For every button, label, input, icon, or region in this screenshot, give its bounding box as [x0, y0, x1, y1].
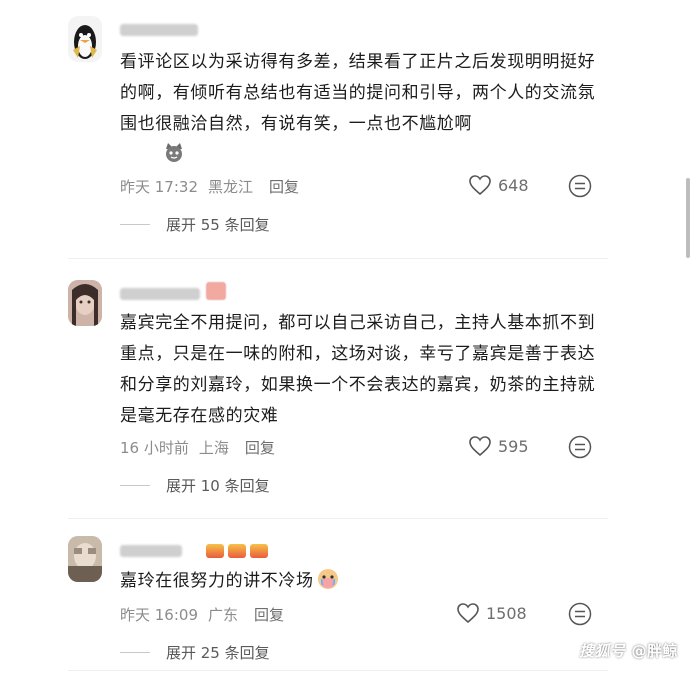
comment-meta: 昨天 17:32 黑龙江 回复	[120, 176, 309, 197]
comment-time: 昨天 16:09	[120, 606, 198, 624]
bottom-divider	[68, 670, 608, 671]
like-count: 648	[498, 175, 529, 195]
comment-divider	[68, 258, 608, 259]
avatar[interactable]	[68, 16, 102, 62]
comment-location: 广东	[208, 606, 239, 624]
comment-text-content: 嘉玲在很努力的讲不冷场	[120, 571, 314, 591]
like-button[interactable]: 595	[468, 435, 529, 457]
comment-location: 上海	[198, 439, 229, 457]
expand-divider	[120, 224, 150, 225]
cat-emoji-icon	[163, 141, 185, 167]
more-dots-icon[interactable]	[568, 435, 592, 463]
expand-replies-label: 展开 25 条回复	[166, 644, 270, 662]
badge-icon	[228, 544, 246, 558]
avatar[interactable]	[68, 536, 102, 582]
watermark: 搜狐号 @胖鲸	[579, 640, 678, 661]
comment-meta: 昨天 16:09 广东 回复	[120, 604, 294, 625]
username-blurred[interactable]	[120, 545, 182, 557]
heart-outline-icon	[469, 436, 491, 457]
comment-time: 16 小时前	[120, 439, 189, 457]
more-dots-icon[interactable]	[568, 602, 592, 630]
comment-text: 看评论区以为采访得有多差，结果看了正片之后发现明明挺好的啊，有倾听有总结也有适当…	[120, 52, 596, 134]
like-button[interactable]: 1508	[456, 602, 527, 624]
expand-replies-label: 展开 10 条回复	[166, 477, 270, 495]
comment-text: 嘉宾完全不用提问，都可以自己采访自己，主持人基本抓不到重点，只是在一味的附和，这…	[120, 313, 596, 426]
scrollbar[interactable]	[686, 178, 690, 258]
heart-outline-icon	[457, 603, 479, 624]
expand-replies[interactable]: 展开 55 条回复	[120, 214, 270, 235]
comment-text: 嘉玲在很努力的讲不冷场	[120, 566, 610, 601]
like-button[interactable]: 648	[468, 174, 529, 196]
comment-divider	[68, 518, 608, 519]
username-blurred[interactable]	[120, 24, 198, 36]
more-dots-icon[interactable]	[568, 174, 592, 202]
username-blurred[interactable]	[120, 288, 200, 300]
badge-icon	[250, 544, 268, 558]
comment-time: 昨天 17:32	[120, 178, 198, 196]
comment-location: 黑龙江	[208, 178, 254, 196]
like-count: 1508	[486, 603, 527, 623]
expand-replies-label: 展开 55 条回复	[166, 216, 270, 234]
user-badges	[206, 544, 268, 558]
crying-face-emoji-icon	[317, 568, 339, 601]
expand-replies[interactable]: 展开 25 条回复	[120, 642, 270, 663]
comment-meta: 16 小时前 上海 回复	[120, 437, 285, 458]
reply-button[interactable]: 回复	[245, 439, 275, 457]
watermark-logo: 搜狐号	[578, 642, 626, 660]
heart-outline-icon	[469, 175, 491, 196]
reply-button[interactable]: 回复	[254, 606, 284, 624]
reply-button[interactable]: 回复	[269, 178, 299, 196]
user-badge	[206, 282, 226, 300]
badge-icon	[206, 544, 224, 558]
watermark-author: @胖鲸	[631, 642, 678, 660]
expand-divider	[120, 652, 150, 653]
avatar[interactable]	[68, 280, 102, 326]
like-count: 595	[498, 436, 529, 456]
expand-replies[interactable]: 展开 10 条回复	[120, 475, 270, 496]
expand-divider	[120, 485, 150, 486]
